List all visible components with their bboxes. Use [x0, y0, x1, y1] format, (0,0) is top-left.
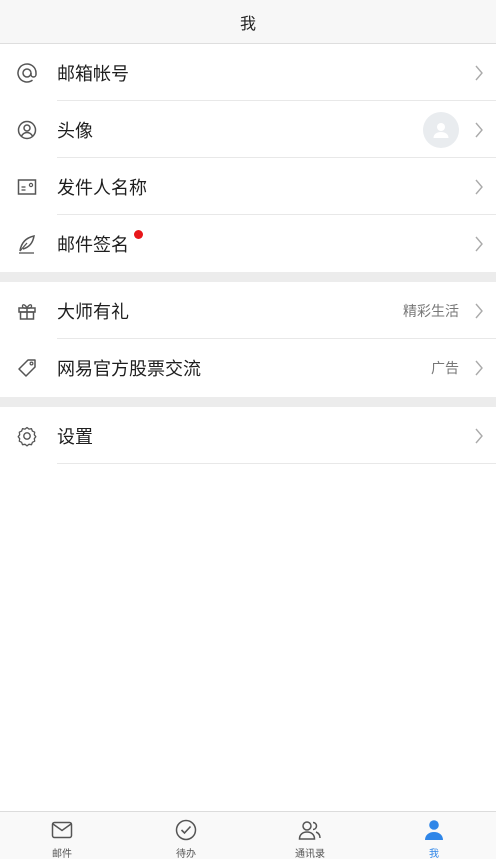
tab-contacts[interactable]: 通讯录 — [248, 812, 372, 859]
tab-label: 待办 — [176, 849, 196, 859]
tab-mail[interactable]: 邮件 — [0, 812, 124, 859]
chevron-right-icon — [475, 122, 483, 137]
row-label: 头像 — [57, 120, 93, 142]
check-circle-icon — [174, 818, 198, 842]
row-settings[interactable]: 设置 — [0, 407, 496, 464]
tab-label: 我 — [429, 849, 439, 859]
tab-todo[interactable]: 待办 — [124, 812, 248, 859]
row-gifts[interactable]: 大师有礼 精彩生活 — [0, 282, 496, 339]
name-card-icon — [16, 176, 38, 198]
row-sender-name[interactable]: 发件人名称 — [0, 158, 496, 215]
row-stock-exchange[interactable]: 网易官方股票交流 广告 — [0, 339, 496, 397]
row-extra-text: 精彩生活 — [403, 303, 459, 320]
new-badge-dot — [134, 230, 143, 239]
row-label: 网易官方股票交流 — [57, 359, 201, 380]
promo-group: 大师有礼 精彩生活 网易官方股票交流 广告 — [0, 282, 496, 397]
chevron-right-icon — [475, 179, 483, 194]
avatar-circle-icon — [16, 119, 38, 141]
bottom-tab-bar: 邮件 待办 通讯录 我 — [0, 811, 496, 859]
section-gap — [0, 397, 496, 407]
tab-label: 通讯录 — [295, 849, 325, 859]
gear-icon — [16, 425, 38, 447]
divider — [57, 463, 496, 464]
top-bar: 我 — [0, 0, 496, 44]
chevron-right-icon — [475, 360, 483, 376]
at-icon — [16, 62, 38, 84]
row-avatar[interactable]: 头像 — [0, 101, 496, 158]
chevron-right-icon — [475, 65, 483, 80]
pen-nib-icon — [16, 233, 38, 255]
chevron-right-icon — [475, 303, 483, 318]
section-gap — [0, 272, 496, 282]
avatar[interactable] — [423, 111, 459, 148]
tab-label: 邮件 — [52, 849, 72, 859]
tag-icon — [16, 357, 38, 379]
mail-icon — [50, 818, 74, 842]
account-group: 邮箱帐号 头像 发件人名称 邮件签名 — [0, 44, 496, 272]
row-label: 邮箱帐号 — [57, 63, 129, 85]
row-label: 邮件签名 — [57, 234, 129, 256]
person-icon — [422, 818, 446, 842]
chevron-right-icon — [475, 428, 483, 443]
gift-icon — [16, 300, 38, 322]
contacts-icon — [298, 818, 322, 842]
page-title: 我 — [239, 13, 256, 33]
settings-group: 设置 — [0, 407, 496, 464]
chevron-right-icon — [475, 236, 483, 251]
row-mail-signature[interactable]: 邮件签名 — [0, 215, 496, 272]
row-mail-account[interactable]: 邮箱帐号 — [0, 44, 496, 101]
row-label: 发件人名称 — [57, 177, 147, 199]
row-label: 大师有礼 — [57, 301, 129, 323]
row-label: 设置 — [57, 426, 93, 448]
tab-me[interactable]: 我 — [372, 812, 496, 859]
ad-label: 广告 — [431, 361, 459, 377]
